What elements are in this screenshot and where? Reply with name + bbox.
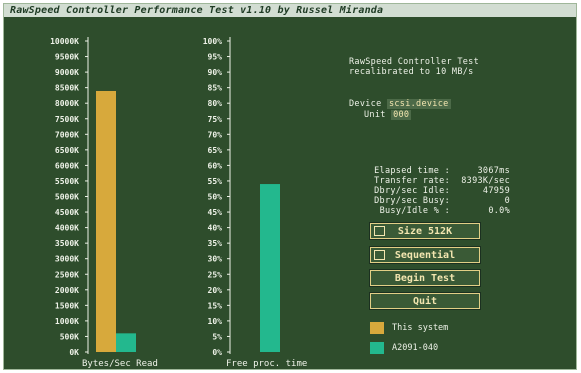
- device-row: Device scsi.device: [349, 99, 451, 109]
- y-tick-label: 5%: [212, 332, 222, 341]
- unit-label: Unit: [364, 110, 386, 120]
- stat-value: 3067ms: [477, 166, 510, 176]
- device-label: Device: [349, 99, 382, 109]
- y-tick-label: 90%: [208, 68, 223, 77]
- cycle-icon: [374, 250, 385, 260]
- y-tick-label: 9000K: [55, 68, 79, 77]
- y-tick-label: 85%: [208, 84, 223, 93]
- y-tick-label: 5500K: [55, 177, 79, 186]
- stat-value: 8393K/sec: [461, 176, 510, 186]
- legend-label-this-system: This system: [392, 323, 449, 333]
- y-tick-label: 35%: [208, 239, 223, 248]
- y-tick-label: 2500K: [55, 270, 79, 279]
- bar-free-proc-reference: [260, 184, 280, 352]
- chart-1-x-label: Bytes/Sec Read: [82, 359, 158, 369]
- y-tick-label: 4500K: [55, 208, 79, 217]
- y-tick-label: 15%: [208, 301, 223, 310]
- device-field[interactable]: scsi.device: [386, 99, 451, 109]
- y-tick-label: 500K: [60, 332, 79, 341]
- app-window: RawSpeed Controller Performance Test v1.…: [3, 3, 577, 370]
- chart-2-x-label: Free proc. time: [226, 359, 307, 369]
- quit-button[interactable]: Quit: [369, 292, 481, 310]
- y-tick-label: 20%: [208, 286, 223, 295]
- stat-label: Dbry/sec Busy:: [374, 196, 450, 206]
- legend-swatch-reference: [370, 342, 384, 354]
- unit-row: Unit 000: [364, 110, 412, 120]
- stat-row: Elapsed time : 3067ms: [364, 166, 510, 176]
- size-button[interactable]: Size 512K: [369, 222, 481, 240]
- y-tick-label: 0K: [69, 348, 79, 357]
- y-tick-label: 3000K: [55, 255, 79, 264]
- y-tick-label: 50%: [208, 193, 223, 202]
- y-tick-label: 0%: [212, 348, 222, 357]
- mode-button[interactable]: Sequential: [369, 246, 481, 264]
- cycle-icon: [374, 226, 385, 236]
- stats-panel: Elapsed time : 3067ms Transfer rate: 8393K/…: [364, 166, 510, 216]
- bar-bytes-read-reference: [116, 333, 136, 352]
- stat-label: Transfer rate:: [374, 176, 450, 186]
- y-tick-label: 2000K: [55, 286, 79, 295]
- y-tick-label: 60%: [208, 161, 223, 170]
- y-tick-label: 25%: [208, 270, 223, 279]
- y-tick-label: 5000K: [55, 193, 79, 202]
- y-tick-label: 70%: [208, 130, 223, 139]
- y-tick-label: 7000K: [55, 130, 79, 139]
- stat-row: Dbry/sec Busy: 0: [364, 196, 510, 206]
- stat-label: Elapsed time :: [374, 166, 450, 176]
- y-tick-label: 3500K: [55, 239, 79, 248]
- y-tick-label: 95%: [208, 53, 223, 62]
- mode-button-label: Sequential: [394, 250, 456, 261]
- y-tick-label: 10%: [208, 317, 223, 326]
- stat-label: Dbry/sec Idle:: [374, 186, 450, 196]
- y-tick-label: 9500K: [55, 53, 79, 62]
- y-tick-label: 6000K: [55, 161, 79, 170]
- y-tick-label: 10000K: [50, 37, 79, 46]
- y-tick-label: 7500K: [55, 115, 79, 124]
- stat-row: Busy/Idle % : 0.0%: [364, 206, 510, 216]
- y-tick-label: 65%: [208, 146, 223, 155]
- stat-value: 47959: [482, 186, 510, 196]
- y-tick-label: 40%: [208, 224, 223, 233]
- y-tick-label: 80%: [208, 99, 223, 108]
- y-tick-label: 75%: [208, 115, 223, 124]
- unit-field[interactable]: 000: [391, 110, 412, 120]
- stat-value: 0: [504, 196, 510, 206]
- legend-label-reference: A2091-040: [392, 343, 439, 353]
- stat-row: Dbry/sec Idle: 47959: [364, 186, 510, 196]
- stat-row: Transfer rate: 8393K/sec: [364, 176, 510, 186]
- y-tick-label: 8500K: [55, 84, 79, 93]
- stat-label: Busy/Idle % :: [379, 206, 450, 216]
- y-tick-label: 8000K: [55, 99, 79, 108]
- y-tick-label: 55%: [208, 177, 223, 186]
- y-tick-label: 4000K: [55, 224, 79, 233]
- bar-bytes-read-this-system: [96, 90, 116, 353]
- stat-value: 0.0%: [488, 206, 510, 216]
- size-button-label: Size 512K: [397, 226, 453, 237]
- begin-test-button[interactable]: Begin Test: [369, 269, 481, 287]
- header-line-2: recalibrated to 10 MB/s: [349, 67, 474, 77]
- y-tick-label: 6500K: [55, 146, 79, 155]
- y-tick-label: 100%: [203, 37, 222, 46]
- y-tick-label: 1000K: [55, 317, 79, 326]
- legend-swatch-this-system: [370, 322, 384, 334]
- y-tick-label: 1500K: [55, 301, 79, 310]
- header-line-1: RawSpeed Controller Test: [349, 57, 480, 67]
- y-tick-label: 30%: [208, 255, 223, 264]
- y-tick-label: 45%: [208, 208, 223, 217]
